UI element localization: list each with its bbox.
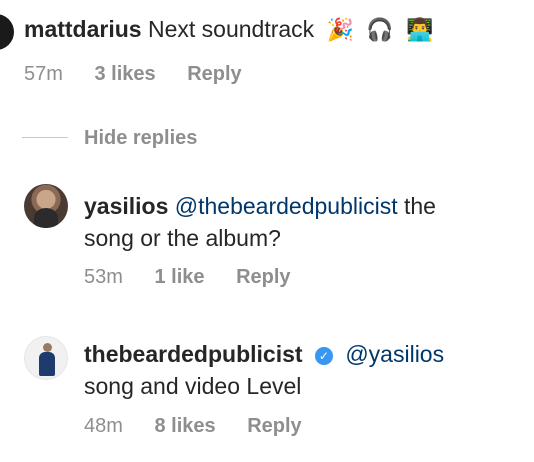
reply-time: 48m: [84, 415, 123, 437]
reply-button[interactable]: Reply: [187, 63, 241, 85]
hide-replies-button[interactable]: Hide replies: [84, 126, 197, 150]
reply-text-part: the: [404, 193, 436, 219]
reply-meta-thebeardedpublicist: 48m 8 likes Reply: [84, 414, 328, 438]
comment-time: 57m: [24, 63, 63, 85]
username-yasilios[interactable]: yasilios: [84, 193, 168, 219]
avatar-yasilios[interactable]: [24, 184, 68, 228]
reply-thebeardedpublicist-line2: song and video Level: [84, 373, 302, 399]
reply-meta-yasilios: 53m 1 like Reply: [84, 265, 317, 289]
username-thebeardedpublicist[interactable]: thebeardedpublicist: [84, 341, 303, 367]
reply-time: 53m: [84, 266, 123, 288]
reply-yasilios-line1: yasilios @thebeardedpublicist the: [84, 192, 436, 220]
avatar-thebeardedpublicist[interactable]: [24, 336, 68, 380]
likes-count-button[interactable]: 1 like: [154, 266, 204, 288]
comment-mattdarius: mattdarius Next soundtrack 🎉 🎧 👨‍💻: [24, 15, 434, 45]
party-emoji: 🎉: [326, 17, 354, 43]
avatar-figure-body: [39, 352, 55, 376]
reply-button[interactable]: Reply: [236, 266, 290, 288]
username-mattdarius[interactable]: mattdarius: [24, 16, 142, 42]
reply-button[interactable]: Reply: [247, 415, 301, 437]
likes-count-button[interactable]: 8 likes: [154, 415, 215, 437]
comment-meta-mattdarius: 57m 3 likes Reply: [24, 62, 268, 86]
avatar-mattdarius[interactable]: [0, 14, 14, 50]
avatar-figure-head: [43, 343, 52, 352]
likes-count-button[interactable]: 3 likes: [94, 63, 155, 85]
replies-divider: [22, 137, 68, 138]
headphones-icon: 🎧: [366, 17, 394, 43]
person-laptop-emoji: 👨‍💻: [406, 17, 434, 43]
mention-yasilios[interactable]: @yasilios: [345, 341, 444, 367]
comment-text: Next soundtrack: [147, 16, 315, 42]
reply-yasilios-line2: song or the album?: [84, 225, 281, 251]
mention-thebeardedpublicist[interactable]: @thebeardedpublicist: [175, 193, 398, 219]
verified-badge-icon: ✓: [314, 346, 333, 365]
reply-thebeardedpublicist-line1: thebeardedpublicist ✓ @yasilios: [84, 340, 444, 368]
